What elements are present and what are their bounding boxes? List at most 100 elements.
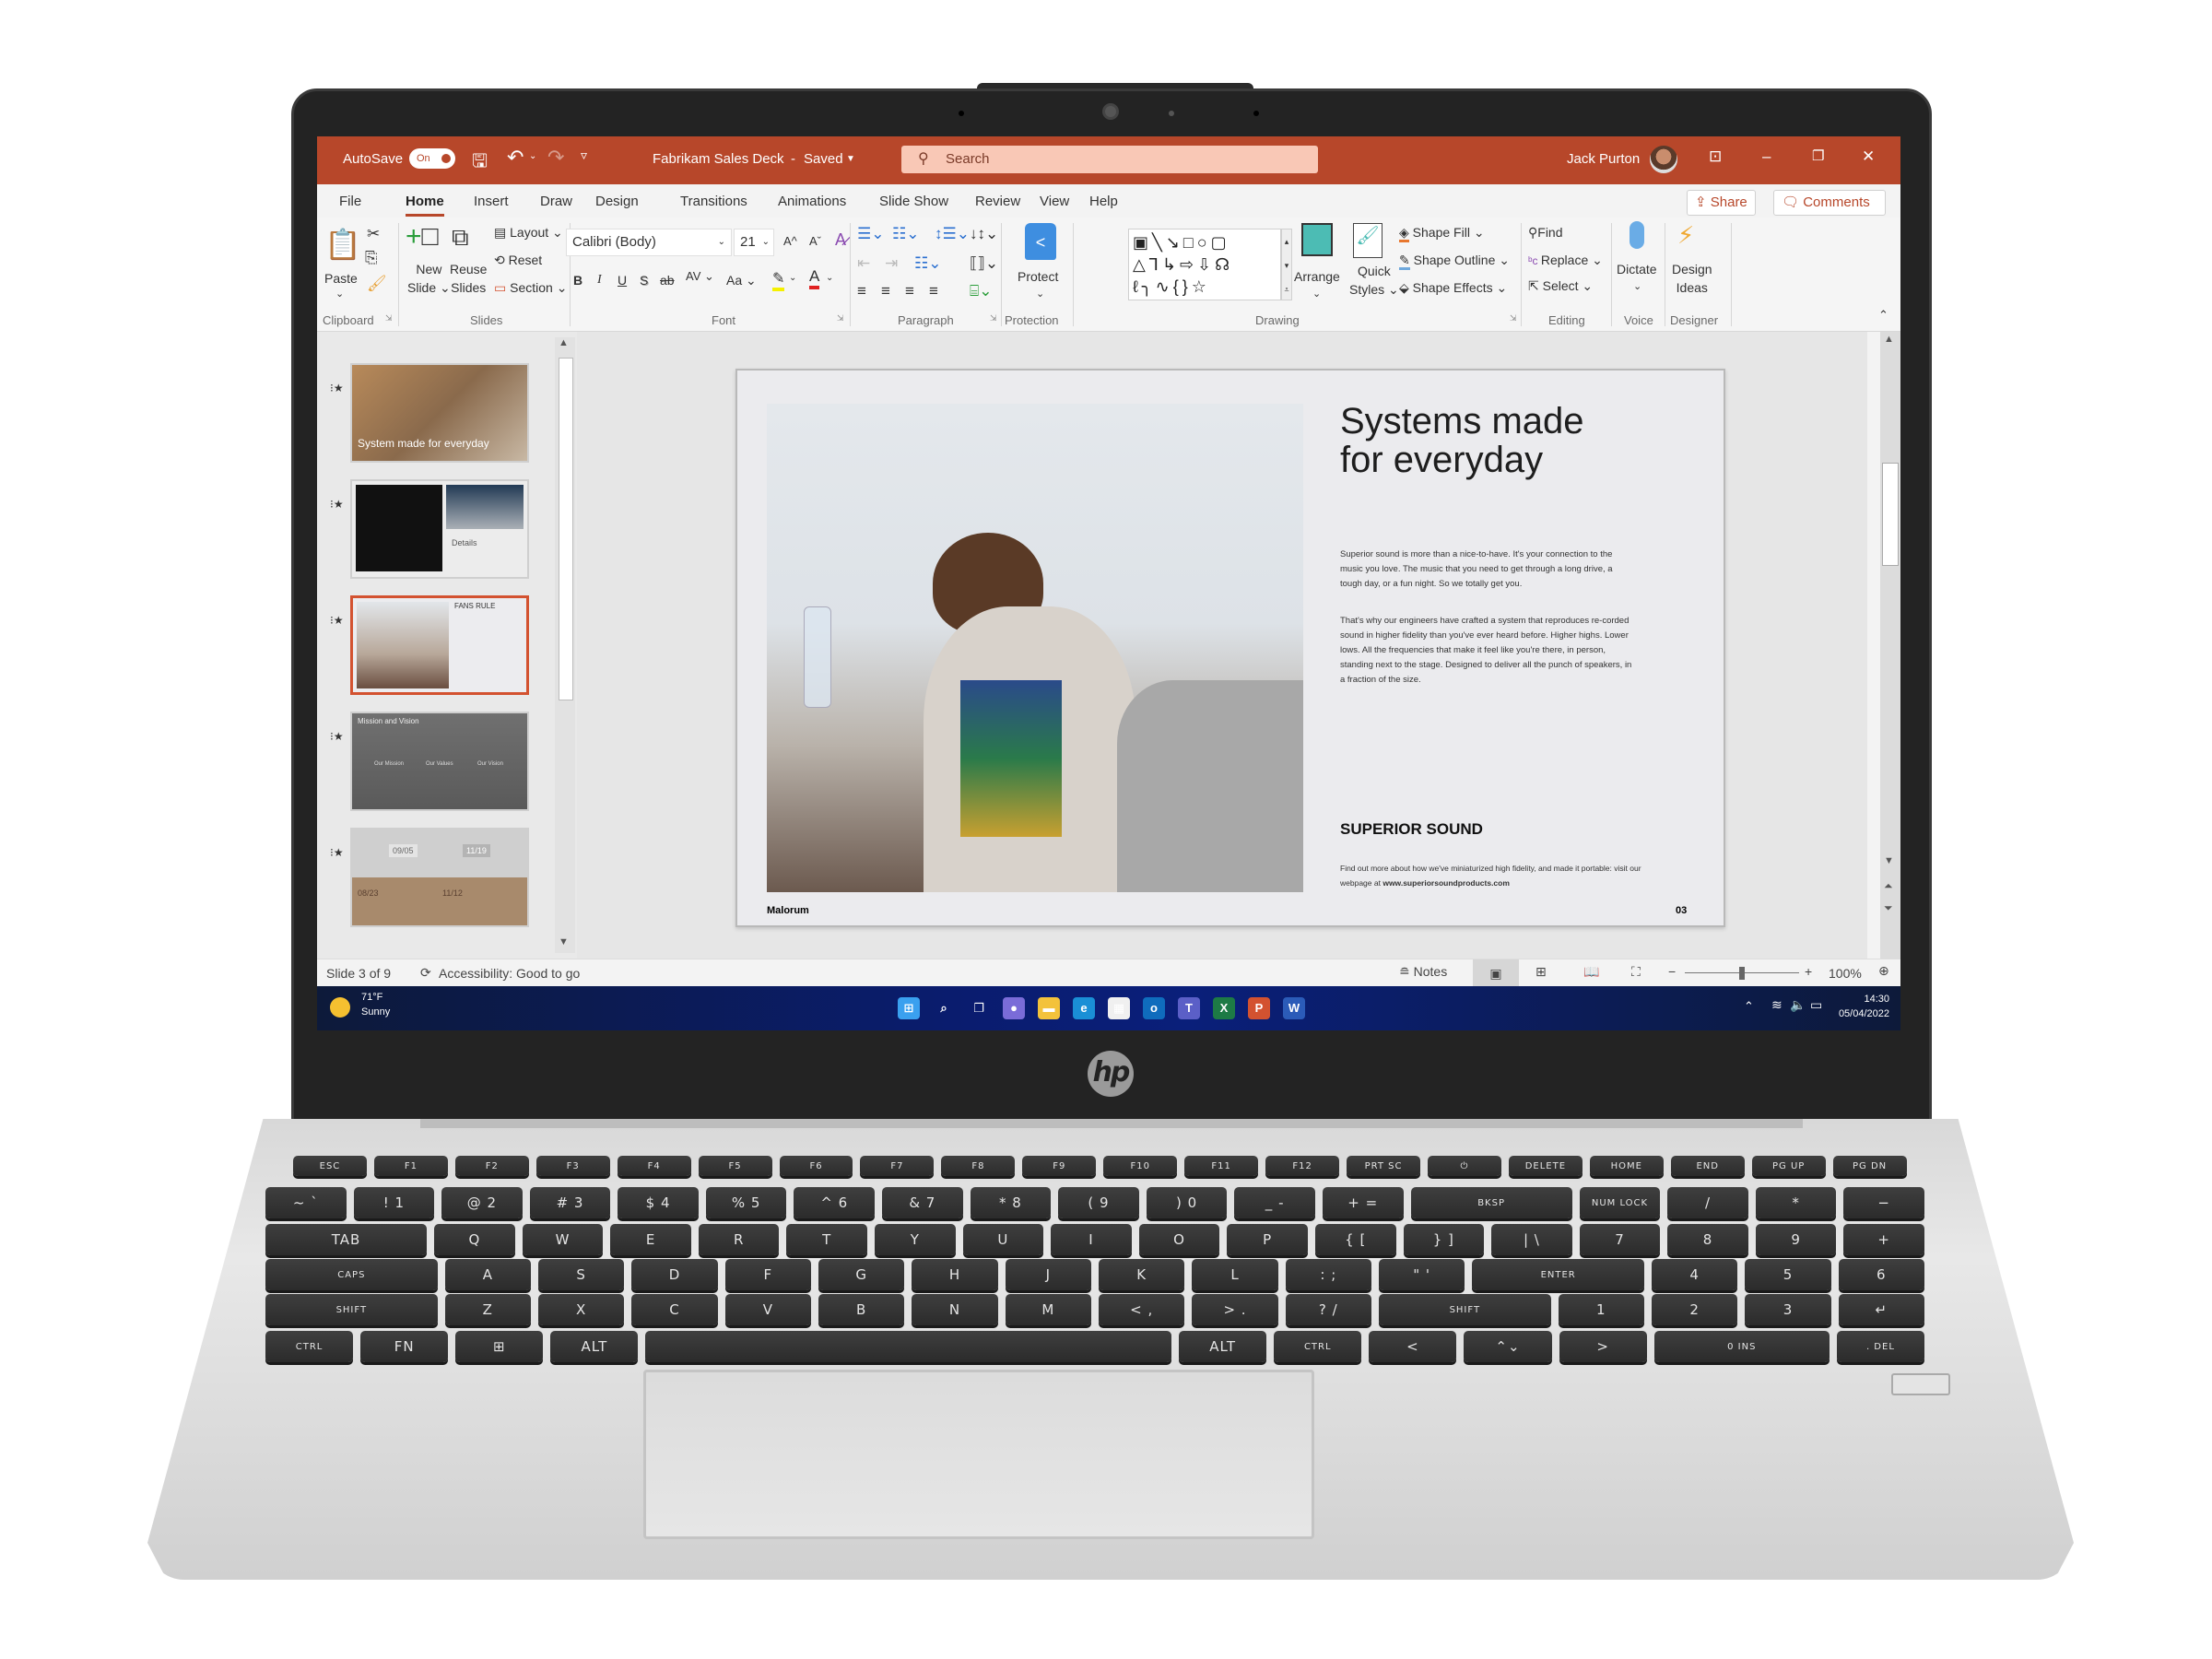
new-slide-icon[interactable]: +□ <box>406 221 439 253</box>
taskbar-file-explorer-icon[interactable]: ▬ <box>1038 997 1060 1019</box>
key[interactable]: SHIFT <box>265 1294 438 1325</box>
weather-desc[interactable]: Sunny <box>361 1006 390 1018</box>
tab-draw[interactable]: Draw <box>540 194 572 209</box>
shape-outline-button[interactable]: ✎ Shape Outline ⌄ <box>1399 253 1510 270</box>
key[interactable]: S <box>538 1259 625 1290</box>
strikethrough-button[interactable]: ab <box>660 273 675 288</box>
taskbar-chat-icon[interactable]: ● <box>1003 997 1025 1019</box>
paste-icon[interactable]: 📋 <box>324 227 361 262</box>
line-spacing-icon[interactable]: ↕☰⌄ <box>935 225 970 243</box>
fit-to-window-icon[interactable]: ⊕ <box>1878 963 1889 979</box>
decrease-indent-icon[interactable]: ⇤ <box>857 254 870 273</box>
key[interactable]: * 8 <box>970 1187 1052 1218</box>
key[interactable]: FN <box>360 1331 449 1362</box>
key[interactable]: " ' <box>1379 1259 1465 1290</box>
weather-temp[interactable]: 71°F <box>361 992 382 1003</box>
shadow-button[interactable]: S <box>640 273 648 288</box>
dialog-launcher-icon[interactable]: ⇲ <box>990 313 997 324</box>
key[interactable]: F4 <box>617 1156 691 1176</box>
key[interactable]: _ - <box>1234 1187 1315 1218</box>
clear-formatting-icon[interactable]: A̷ <box>835 230 846 250</box>
key[interactable]: 3 <box>1745 1294 1831 1325</box>
save-icon[interactable]: 🖫 <box>472 147 488 179</box>
taskbar-word-icon[interactable]: W <box>1283 997 1305 1019</box>
key[interactable]: 7 <box>1579 1224 1661 1255</box>
scrollbar-thumb[interactable] <box>559 358 573 700</box>
zoom-level[interactable]: 100% <box>1829 966 1862 981</box>
taskbar-start-icon[interactable]: ⊞ <box>898 997 920 1019</box>
align-text-icon[interactable]: ⟦⟧⌄ <box>970 254 998 273</box>
key[interactable]: ( 9 <box>1058 1187 1139 1218</box>
align-right-icon[interactable]: ≡ <box>905 282 914 300</box>
restore-icon[interactable]: ❐ <box>1812 147 1824 164</box>
collapse-ribbon-icon[interactable]: ⌃ <box>1878 308 1888 323</box>
key[interactable]: H <box>912 1259 998 1290</box>
reuse-slides-button[interactable]: Reuse Slides <box>450 260 487 297</box>
key[interactable]: | \ <box>1491 1224 1572 1255</box>
minimize-icon[interactable]: – <box>1762 147 1771 166</box>
design-ideas-icon[interactable]: ⚡ <box>1677 221 1694 250</box>
scroll-down-icon[interactable]: ▼ <box>559 936 569 947</box>
key[interactable]: PG DN <box>1832 1156 1907 1176</box>
key[interactable]: / <box>1667 1187 1748 1218</box>
taskbar-excel-icon[interactable]: X <box>1213 997 1235 1019</box>
tab-design[interactable]: Design <box>595 194 639 209</box>
key[interactable]: V <box>724 1294 811 1325</box>
key[interactable]: CTRL <box>265 1331 354 1362</box>
key[interactable]: . DEL <box>1836 1331 1924 1362</box>
clock-time[interactable]: 14:30 <box>1853 994 1889 1005</box>
taskbar-edge-icon[interactable]: e <box>1073 997 1095 1019</box>
slide-cta[interactable]: Find out more about how we've miniaturiz… <box>1340 861 1672 890</box>
font-color-icon[interactable]: A <box>809 267 820 289</box>
slide-paragraph[interactable]: That's why our engineers have crafted a … <box>1340 614 1635 688</box>
cut-icon[interactable]: ✂ <box>367 225 380 243</box>
key[interactable]: B <box>818 1294 905 1325</box>
scroll-up-icon[interactable]: ▲ <box>559 337 569 348</box>
previous-slide-icon[interactable]: ⏶ <box>1884 879 1893 893</box>
scroll-up-icon[interactable]: ▲ <box>1884 334 1894 345</box>
volume-icon[interactable]: 🔈 <box>1790 997 1806 1013</box>
key[interactable]: + <box>1843 1224 1924 1255</box>
text-direction-icon[interactable]: ↓↕⌄ <box>970 225 998 243</box>
next-slide-icon[interactable]: ⏷ <box>1884 901 1893 915</box>
key[interactable]: DELETE <box>1508 1156 1583 1176</box>
key[interactable]: P <box>1227 1224 1308 1255</box>
underline-button[interactable]: U <box>618 273 627 288</box>
key[interactable]: Q <box>434 1224 515 1255</box>
taskbar-search-icon[interactable]: ⌕ <box>933 997 955 1019</box>
key[interactable]: % 5 <box>705 1187 787 1218</box>
key[interactable]: E <box>610 1224 691 1255</box>
key[interactable]: ~ ` <box>265 1187 347 1218</box>
key[interactable]: } ] <box>1403 1224 1485 1255</box>
tab-view[interactable]: View <box>1040 194 1069 209</box>
chevron-down-icon[interactable]: ⌄ <box>1312 288 1321 300</box>
chevron-down-icon[interactable]: ⌄ <box>826 273 833 283</box>
undo-icon[interactable]: ↶ <box>507 146 524 170</box>
dialog-launcher-icon[interactable]: ⇲ <box>1510 313 1517 324</box>
key[interactable]: Y <box>875 1224 956 1255</box>
select-button[interactable]: ⇱ Select ⌄ <box>1528 278 1593 294</box>
key[interactable]: X <box>538 1294 625 1325</box>
slide-title[interactable]: Systems made for everyday <box>1340 402 1584 479</box>
find-button[interactable]: ⚲Find <box>1528 225 1563 241</box>
dialog-launcher-icon[interactable]: ⇲ <box>385 313 393 324</box>
tab-review[interactable]: Review <box>975 194 1020 209</box>
save-status-dropdown-icon[interactable]: ▼ <box>846 154 855 164</box>
slide-paragraph[interactable]: Superior sound is more than a nice-to-ha… <box>1340 547 1635 592</box>
font-size-select[interactable]: 21 ⌄ <box>734 229 774 256</box>
shrink-font-button[interactable]: Aˇ <box>809 234 821 248</box>
character-spacing-button[interactable]: AV ⌄ <box>686 269 714 284</box>
slide-thumbnail-3[interactable]: FANS RULE <box>350 595 529 695</box>
slide-thumbnail-2[interactable]: Details <box>350 479 529 579</box>
slide-subheading[interactable]: SUPERIOR SOUND <box>1340 820 1483 839</box>
key[interactable]: < <box>1369 1331 1457 1362</box>
quick-styles-button[interactable]: Quick Styles ⌄ <box>1349 262 1399 299</box>
chevron-down-icon[interactable]: ⌄ <box>1633 280 1641 292</box>
dictate-button[interactable]: Dictate <box>1617 262 1657 276</box>
normal-view-icon[interactable]: ▣ <box>1473 959 1519 987</box>
key[interactable]: PRT SC <box>1347 1156 1420 1176</box>
key[interactable]: F8 <box>941 1156 1016 1176</box>
key[interactable]: L <box>1192 1259 1278 1290</box>
bold-button[interactable]: B <box>573 273 582 288</box>
key[interactable]: A <box>444 1259 531 1290</box>
